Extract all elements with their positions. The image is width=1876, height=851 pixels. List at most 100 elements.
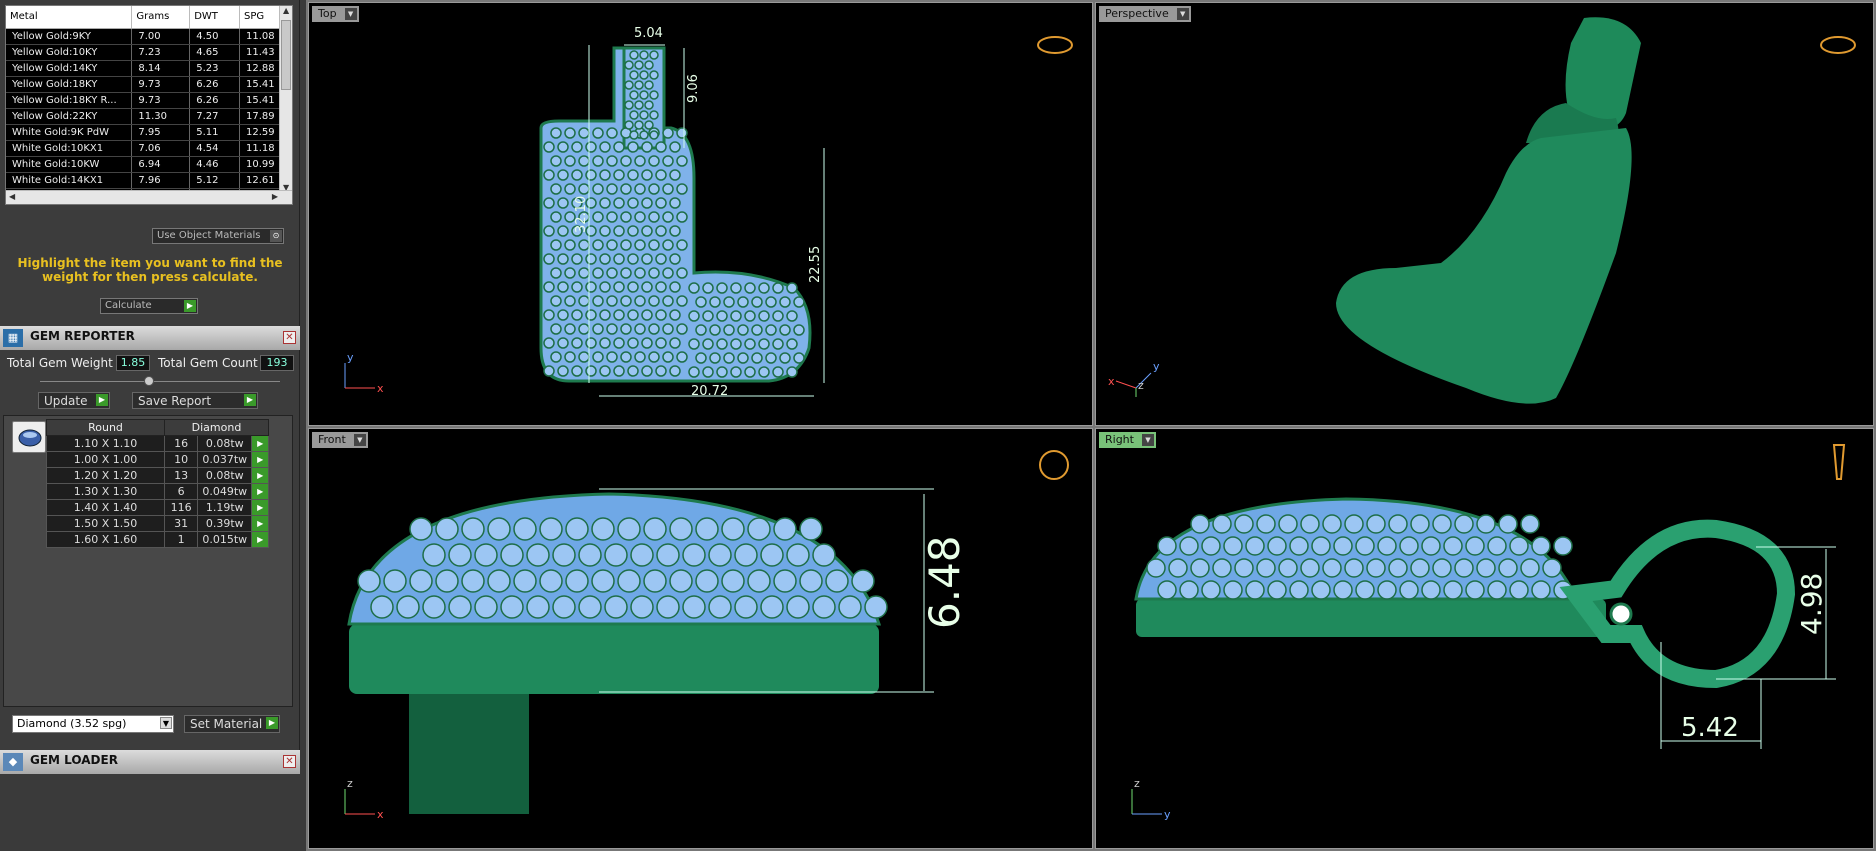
ring-orientation-icon[interactable]	[1037, 36, 1073, 54]
gem-dot	[864, 595, 888, 619]
gem-list-area: Round Diamond 1.10 X 1.10 16 0.08tw ▶ 1.00 X…	[3, 415, 293, 707]
gem-dot	[624, 100, 634, 110]
material-select[interactable]: Diamond (3.52 spg) ▼	[12, 715, 174, 733]
close-icon[interactable]: ✕	[283, 331, 296, 344]
gem-dot	[648, 267, 660, 279]
gem-dot	[578, 351, 590, 363]
gem-dot	[627, 337, 639, 349]
gem-dot	[641, 365, 653, 377]
table-row[interactable]: White Gold:10KX1 7.06 4.54 11.18	[6, 140, 281, 157]
table-row[interactable]: White Gold:9K PdW 7.95 5.11 12.59	[6, 124, 281, 141]
select-gem-icon[interactable]: ▶	[251, 483, 269, 500]
table-row[interactable]: Yellow Gold:18KY 9.73 6.26 15.41	[6, 76, 281, 93]
select-gem-icon[interactable]: ▶	[251, 515, 269, 532]
right-viewport[interactable]: 4.98 5.42 z y Right ▼	[1095, 428, 1874, 849]
gem-dot	[578, 267, 590, 279]
slider-knob[interactable]	[144, 376, 154, 386]
viewport-label-right[interactable]: Right ▼	[1099, 432, 1156, 448]
select-gem-icon[interactable]: ▶	[251, 531, 269, 548]
gem-dot	[648, 323, 660, 335]
scroll-left-icon[interactable]: ◀	[9, 192, 15, 201]
gem-dot	[648, 351, 660, 363]
ring-orientation-icon[interactable]	[1832, 444, 1846, 480]
ring-orientation-icon[interactable]	[1820, 36, 1856, 54]
table-row[interactable]: White Gold:10KW 6.94 4.46 10.99	[6, 156, 281, 173]
table-cell: 12.59	[239, 124, 281, 141]
gem-row[interactable]: 1.40 X 1.40 116 1.19tw ▶	[46, 499, 269, 516]
gem-dot	[599, 309, 611, 321]
gem-dot	[669, 253, 681, 265]
table-cell: 11.08	[239, 28, 281, 45]
close-icon[interactable]: ✕	[283, 755, 296, 768]
table-row[interactable]: Yellow Gold:22KY 11.30 7.27 17.89	[6, 108, 281, 125]
gem-reporter-icon: ▦	[3, 329, 23, 347]
vertical-scrollbar[interactable]: ▲ ▼	[279, 6, 292, 192]
front-viewport[interactable]: 6.48 z x Front ▼	[308, 428, 1093, 849]
gem-dot	[765, 324, 777, 336]
gem-dot	[409, 569, 433, 593]
gem-dot	[1344, 514, 1364, 534]
select-gem-icon[interactable]: ▶	[251, 451, 269, 468]
gem-dot	[765, 352, 777, 364]
set-material-button[interactable]: Set Material ▶	[184, 715, 280, 733]
table-row[interactable]: Yellow Gold:14KY 8.14 5.23 12.88	[6, 60, 281, 77]
col-metal[interactable]: Metal	[6, 6, 133, 29]
col-spg[interactable]: SPG	[239, 6, 281, 29]
gem-dot	[604, 543, 628, 567]
viewport-label-front[interactable]: Front ▼	[312, 432, 368, 448]
calculate-label: Calculate	[105, 300, 152, 311]
perspective-viewport[interactable]: y x z Perspective ▼	[1095, 2, 1874, 426]
viewport-label-perspective[interactable]: Perspective ▼	[1099, 6, 1191, 22]
gem-row[interactable]: 1.30 X 1.30 6 0.049tw ▶	[46, 483, 269, 500]
table-cell: 5.12	[189, 172, 241, 189]
select-gem-icon[interactable]: ▶	[251, 467, 269, 484]
gem-dot	[1190, 558, 1210, 578]
gem-dot	[422, 543, 446, 567]
table-row[interactable]: White Gold:14KX1 7.96 5.12 12.61	[6, 172, 281, 189]
table-row[interactable]: Yellow Gold:10KY 7.23 4.65 11.43	[6, 44, 281, 61]
gem-dot	[557, 253, 569, 265]
ring-orientation-icon[interactable]	[1039, 450, 1069, 480]
top-viewport[interactable]: 5.04 9.06 32.10 22.55 20.72 y x Top ▼	[308, 2, 1093, 426]
gem-dot	[662, 351, 674, 363]
gem-row[interactable]: 1.50 X 1.50 31 0.39tw ▶	[46, 515, 269, 532]
front-bail	[409, 694, 529, 814]
gem-row[interactable]: 1.20 X 1.20 13 0.08tw ▶	[46, 467, 269, 484]
horizontal-scrollbar[interactable]: ◀ ▶	[6, 190, 292, 204]
gem-dot	[552, 595, 576, 619]
table-cell: 7.00	[131, 28, 191, 45]
set-material-label: Set Material	[190, 717, 263, 731]
gem-dot	[760, 595, 784, 619]
gem-dot	[557, 197, 569, 209]
viewport-label-top[interactable]: Top ▼	[312, 6, 359, 22]
select-gem-icon[interactable]: ▶	[251, 435, 269, 452]
dim-906: 9.06	[686, 74, 701, 103]
gem-row[interactable]: 1.60 X 1.60 1 0.015tw ▶	[46, 531, 269, 548]
col-grams[interactable]: Grams	[131, 6, 191, 29]
perspective-label-text: Perspective	[1105, 7, 1169, 20]
gem-dot	[662, 155, 674, 167]
scroll-up-icon[interactable]: ▲	[283, 6, 289, 15]
gem-dot	[543, 281, 555, 293]
gem-dot	[565, 517, 589, 541]
gem-dot	[1432, 514, 1452, 534]
round-gem-icon[interactable]	[12, 421, 46, 453]
metal-weight-table[interactable]: Metal Grams DWT SPG Yellow Gold:9KY 7.00 4…	[5, 5, 293, 205]
col-dwt[interactable]: DWT	[189, 6, 241, 29]
gem-dot	[1487, 580, 1507, 600]
gem-row[interactable]: 1.00 X 1.00 10 0.037tw ▶	[46, 451, 269, 468]
gem-dot	[526, 543, 550, 567]
bail-hole	[1609, 602, 1633, 626]
table-row[interactable]: Yellow Gold:9KY 7.00 4.50 11.08	[6, 28, 281, 45]
scrollbar-thumb[interactable]	[281, 20, 291, 90]
select-gem-icon[interactable]: ▶	[251, 499, 269, 516]
gem-dot	[723, 324, 735, 336]
gem-dot	[649, 130, 659, 140]
calculate-button[interactable]: Calculate ▶	[100, 298, 198, 314]
use-object-materials-dropdown[interactable]: Use Object Materials ⊙	[152, 228, 284, 244]
gem-row[interactable]: 1.10 X 1.10 16 0.08tw ▶	[46, 435, 269, 452]
scroll-right-icon[interactable]: ▶	[272, 192, 278, 201]
update-button[interactable]: Update ▶	[38, 392, 110, 409]
table-row[interactable]: Yellow Gold:18KY R... 9.73 6.26 15.41	[6, 92, 281, 109]
save-report-button[interactable]: Save Report ▶	[132, 392, 258, 409]
